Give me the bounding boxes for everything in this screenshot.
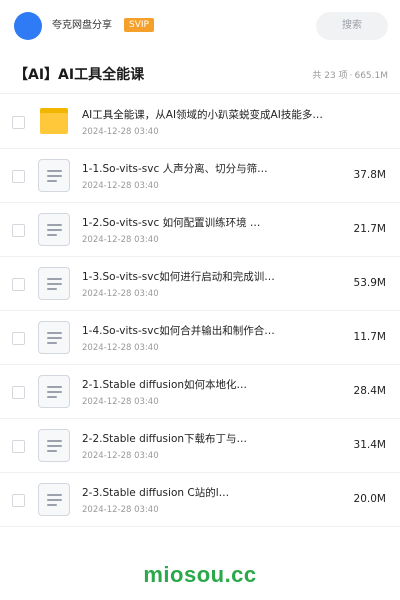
file-size: 20.0M — [353, 493, 386, 505]
document-icon — [38, 483, 70, 516]
folder-title-bar: 【AI】AI工具全能课 共 23 项 · 665.1M — [0, 58, 400, 94]
list-item[interactable]: 1-3.So-vits-svc如何进行启动和完成训… 2024-12-28 03… — [0, 257, 400, 311]
list-item[interactable]: 2-3.Stable diffusion C站的l… 2024-12-28 03… — [0, 473, 400, 527]
file-size: 21.7M — [353, 223, 386, 235]
list-item[interactable]: 2-1.Stable diffusion如何本地化… 2024-12-28 03… — [0, 365, 400, 419]
file-date: 2024-12-28 03:40 — [82, 343, 159, 353]
file-list: AI工具全能课，从AI领域的小趴菜蜕变成AI技能多… 2024-12-28 03… — [0, 95, 400, 527]
row-checkbox[interactable] — [12, 170, 25, 183]
share-header: 夸克网盘分享 SVIP 搜索 — [0, 0, 400, 52]
share-name: 夸克网盘分享 — [52, 20, 112, 31]
row-checkbox[interactable] — [12, 332, 25, 345]
watermark: miosou.cc — [143, 562, 257, 587]
total-size: 665.1M — [354, 71, 388, 81]
file-date: 2024-12-28 03:40 — [82, 235, 159, 245]
file-date: 2024-12-28 03:40 — [82, 397, 159, 407]
document-icon — [38, 321, 70, 354]
list-item[interactable]: 1-4.So-vits-svc如何合并输出和制作合… 2024-12-28 03… — [0, 311, 400, 365]
row-checkbox[interactable] — [12, 386, 25, 399]
file-size: 37.8M — [353, 169, 386, 181]
folder-meta: 共 23 项 · 665.1M — [312, 69, 388, 83]
file-size: 28.4M — [353, 385, 386, 397]
row-checkbox[interactable] — [12, 440, 25, 453]
list-item[interactable]: 2-2.Stable diffusion下载布丁与… 2024-12-28 03… — [0, 419, 400, 473]
file-name[interactable]: AI工具全能课，从AI领域的小趴菜蜕变成AI技能多… — [82, 108, 334, 123]
meta-separator: · — [349, 71, 353, 81]
row-checkbox[interactable] — [12, 278, 25, 291]
document-icon — [38, 213, 70, 246]
row-checkbox[interactable] — [12, 116, 25, 129]
file-date: 2024-12-28 03:40 — [82, 181, 159, 191]
file-name[interactable]: 2-1.Stable diffusion如何本地化… — [82, 378, 334, 393]
file-date: 2024-12-28 03:40 — [82, 127, 159, 137]
file-size: 11.7M — [353, 331, 386, 343]
file-size: 53.9M — [353, 277, 386, 289]
list-item[interactable]: 1-2.So-vits-svc 如何配置训练环境 … 2024-12-28 03… — [0, 203, 400, 257]
item-count: 共 23 项 — [312, 71, 348, 81]
list-item[interactable]: 1-1.So-vits-svc 人声分离、切分与筛… 2024-12-28 03… — [0, 149, 400, 203]
avatar[interactable] — [14, 12, 42, 40]
file-date: 2024-12-28 03:40 — [82, 505, 159, 515]
document-icon — [38, 159, 70, 192]
file-name[interactable]: 1-1.So-vits-svc 人声分离、切分与筛… — [82, 162, 334, 177]
document-icon — [38, 375, 70, 408]
svip-badge: SVIP — [124, 18, 154, 32]
file-name[interactable]: 1-4.So-vits-svc如何合并输出和制作合… — [82, 324, 334, 339]
document-icon — [38, 267, 70, 300]
folder-icon — [40, 108, 68, 134]
document-icon — [38, 429, 70, 462]
list-item[interactable]: AI工具全能课，从AI领域的小趴菜蜕变成AI技能多… 2024-12-28 03… — [0, 95, 400, 149]
file-name[interactable]: 2-3.Stable diffusion C站的l… — [82, 486, 334, 501]
file-name[interactable]: 1-3.So-vits-svc如何进行启动和完成训… — [82, 270, 334, 285]
file-date: 2024-12-28 03:40 — [82, 451, 159, 461]
row-checkbox[interactable] — [12, 494, 25, 507]
file-date: 2024-12-28 03:40 — [82, 289, 159, 299]
file-name[interactable]: 1-2.So-vits-svc 如何配置训练环境 … — [82, 216, 334, 231]
file-name[interactable]: 2-2.Stable diffusion下载布丁与… — [82, 432, 334, 447]
row-checkbox[interactable] — [12, 224, 25, 237]
page-title: 【AI】AI工具全能课 — [14, 67, 145, 83]
file-size: 31.4M — [353, 439, 386, 451]
search-button[interactable]: 搜索 — [316, 12, 388, 40]
